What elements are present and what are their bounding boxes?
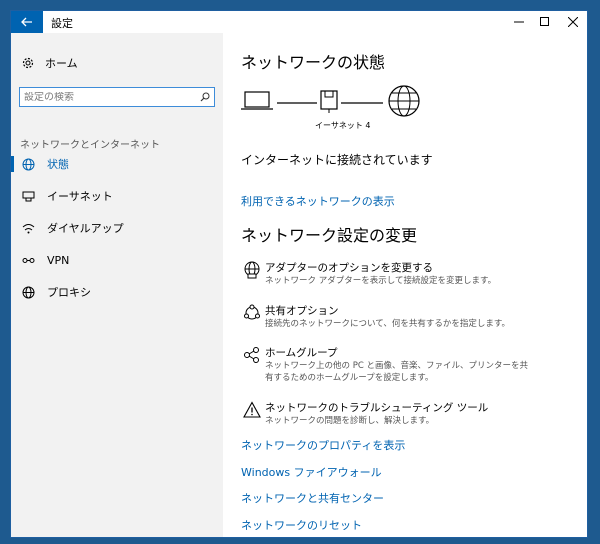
homegroup-icon bbox=[241, 346, 263, 368]
section-title: ネットワークとインターネット bbox=[20, 140, 160, 151]
settings-window: 設定 ホーム ネットワークとインターネット bbox=[10, 10, 588, 538]
minimize-button[interactable] bbox=[505, 11, 533, 33]
sidebar-item-label: イーサネット bbox=[47, 190, 113, 203]
maximize-button[interactable] bbox=[531, 11, 559, 33]
minimize-icon bbox=[514, 21, 524, 23]
option-title: ネットワークのトラブルシューティング ツール bbox=[265, 402, 489, 414]
sidebar-item-label: ダイヤルアップ bbox=[47, 222, 124, 235]
home-label: ホーム bbox=[45, 57, 78, 70]
sidebar-item-ethernet[interactable]: イーサネット bbox=[11, 184, 223, 208]
sharing-center-link[interactable]: ネットワークと共有センター bbox=[241, 490, 384, 506]
connection-status: インターネットに接続されています bbox=[241, 153, 433, 167]
change-settings-heading: ネットワーク設定の変更 bbox=[241, 226, 418, 245]
back-arrow-icon bbox=[21, 17, 32, 27]
main-content: ネットワークの状態 イーサネット 4 インターネットに接続されています 利用でき… bbox=[223, 33, 587, 537]
status-heading: ネットワークの状態 bbox=[241, 53, 386, 72]
ethernet-port-icon bbox=[320, 90, 338, 113]
warning-icon bbox=[241, 401, 263, 423]
search-box[interactable] bbox=[19, 87, 215, 107]
sidebar-item-status[interactable]: 状態 bbox=[11, 152, 223, 176]
sidebar-item-label: プロキシ bbox=[47, 286, 91, 299]
back-button[interactable] bbox=[11, 11, 43, 33]
home-nav-item[interactable]: ホーム bbox=[21, 55, 78, 71]
option-title: 共有オプション bbox=[265, 305, 339, 317]
gear-icon bbox=[22, 57, 34, 69]
close-button[interactable] bbox=[559, 11, 587, 33]
active-indicator bbox=[11, 156, 14, 172]
ethernet-icon bbox=[21, 189, 35, 203]
search-icon[interactable] bbox=[200, 92, 210, 102]
close-icon bbox=[568, 17, 578, 27]
sidebar-item-proxy[interactable]: プロキシ bbox=[11, 280, 223, 304]
window-title: 設定 bbox=[51, 17, 73, 30]
adapter-icon bbox=[241, 261, 263, 283]
sharing-options-item[interactable]: 共有オプション 接続先のネットワークについて、何を共有するかを指定します。 bbox=[241, 304, 581, 330]
sharing-icon bbox=[241, 304, 263, 326]
proxy-globe-icon bbox=[21, 285, 35, 299]
maximize-icon bbox=[540, 17, 549, 26]
option-desc: 接続先のネットワークについて、何を共有するかを指定します。 bbox=[265, 319, 510, 329]
show-networks-link[interactable]: 利用できるネットワークの表示 bbox=[241, 193, 395, 209]
vpn-icon bbox=[21, 253, 35, 267]
title-bar: 設定 bbox=[11, 11, 587, 33]
sidebar: ホーム ネットワークとインターネット 状態 bbox=[11, 33, 223, 537]
adapter-label: イーサネット 4 bbox=[315, 121, 371, 130]
option-title: アダプターのオプションを変更する bbox=[265, 262, 433, 274]
option-desc: ネットワーク アダプターを表示して接続設定を変更します。 bbox=[265, 276, 497, 286]
sidebar-item-label: VPN bbox=[47, 253, 70, 267]
sidebar-item-label: 状態 bbox=[47, 158, 69, 171]
sidebar-item-vpn[interactable]: VPN bbox=[11, 248, 223, 272]
network-reset-link[interactable]: ネットワークのリセット bbox=[241, 517, 362, 533]
network-properties-link[interactable]: ネットワークのプロパティを表示 bbox=[241, 437, 405, 453]
dialup-icon bbox=[21, 221, 35, 235]
sidebar-item-dialup[interactable]: ダイヤルアップ bbox=[11, 216, 223, 240]
option-desc: ネットワークの問題を診断し、解決します。 bbox=[265, 416, 435, 426]
search-input[interactable] bbox=[24, 91, 200, 103]
internet-globe-icon bbox=[388, 85, 420, 117]
adapter-options-item[interactable]: アダプターのオプションを変更する ネットワーク アダプターを表示して接続設定を変… bbox=[241, 261, 581, 287]
option-desc: ネットワーク上の他の PC と画像、音楽、ファイル、プリンターを共有するためのホ… bbox=[265, 361, 528, 383]
option-title: ホームグループ bbox=[265, 347, 338, 359]
globe-status-icon bbox=[21, 157, 35, 171]
laptop-icon bbox=[241, 91, 273, 110]
troubleshooter-item[interactable]: ネットワークのトラブルシューティング ツール ネットワークの問題を診断し、解決し… bbox=[241, 401, 581, 427]
homegroup-item[interactable]: ホームグループ ネットワーク上の他の PC と画像、音楽、ファイル、プリンターを… bbox=[241, 346, 581, 384]
windows-firewall-link[interactable]: Windows ファイアウォール bbox=[241, 464, 382, 480]
